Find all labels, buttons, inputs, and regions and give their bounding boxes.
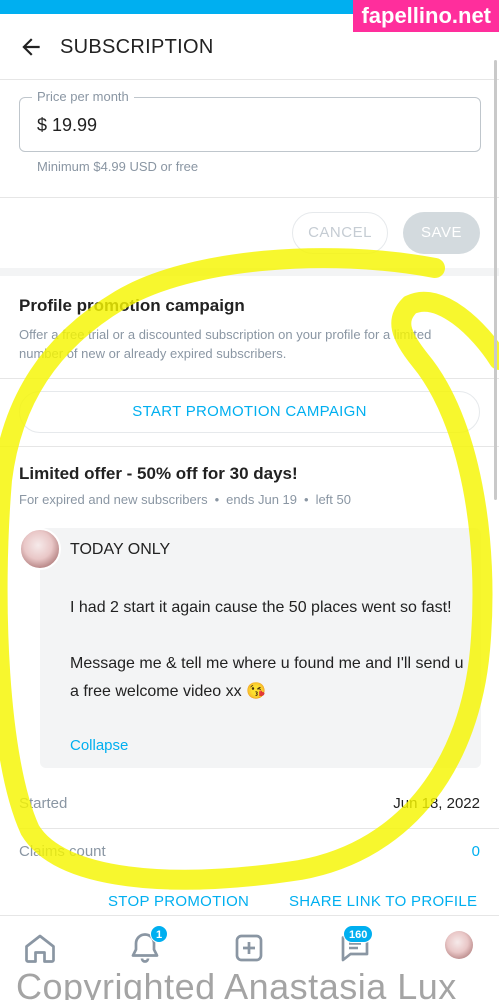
messages-badge: 160 bbox=[343, 925, 374, 943]
watermark-text: Copyrighted Anastasia Lux bbox=[16, 966, 457, 1000]
offer-meta: For expired and new subscribers • ends Jun… bbox=[19, 492, 351, 507]
claims-label: Claims count bbox=[19, 843, 106, 860]
message-body: I had 2 start it again cause the 50 plac… bbox=[70, 594, 470, 734]
promotion-title: Profile promotion campaign bbox=[19, 296, 245, 315]
collapse-link[interactable]: Collapse bbox=[70, 737, 128, 754]
arrow-left-icon[interactable] bbox=[18, 34, 44, 60]
divider bbox=[0, 446, 499, 447]
offer-ends: ends Jun 19 bbox=[226, 492, 297, 507]
offer-title: Limited offer - 50% off for 30 days! bbox=[19, 464, 298, 483]
offer-audience: For expired and new subscribers bbox=[19, 492, 208, 507]
message-paragraph: I had 2 start it again cause the 50 plac… bbox=[70, 599, 452, 616]
price-value: $ 19.99 bbox=[37, 115, 98, 135]
divider bbox=[0, 378, 499, 379]
price-hint: Minimum $4.99 USD or free bbox=[37, 159, 199, 174]
price-label: Price per month bbox=[32, 89, 134, 104]
save-button[interactable]: SAVE bbox=[403, 212, 480, 254]
divider bbox=[0, 197, 499, 198]
divider bbox=[19, 828, 499, 829]
home-icon[interactable] bbox=[22, 930, 58, 966]
avatar[interactable] bbox=[19, 528, 61, 570]
profile-avatar[interactable] bbox=[445, 931, 473, 959]
page-title: SUBSCRIPTION bbox=[60, 36, 214, 58]
page-header: SUBSCRIPTION bbox=[0, 14, 499, 80]
start-promotion-button[interactable]: START PROMOTION CAMPAIGN bbox=[19, 391, 480, 433]
stop-promotion-button[interactable]: STOP PROMOTION bbox=[108, 893, 249, 910]
message-heading: TODAY ONLY bbox=[70, 541, 171, 558]
promotion-description: Offer a free trial or a discounted subsc… bbox=[19, 327, 432, 361]
cancel-button[interactable]: CANCEL bbox=[292, 212, 388, 254]
share-link-button[interactable]: SHARE LINK TO PROFILE bbox=[289, 893, 477, 910]
price-input[interactable]: $ 19.99 bbox=[19, 97, 481, 152]
started-label: Started bbox=[19, 795, 68, 812]
message-paragraph: Message me & tell me where u found me an… bbox=[70, 655, 464, 700]
scrollbar[interactable] bbox=[494, 60, 497, 500]
section-separator bbox=[0, 268, 499, 276]
started-value: Jun 18, 2022 bbox=[393, 795, 480, 812]
offer-left: left 50 bbox=[315, 492, 351, 507]
claims-value: 0 bbox=[471, 843, 480, 860]
notifications-badge: 1 bbox=[150, 925, 169, 943]
plus-square-icon[interactable] bbox=[231, 930, 267, 966]
